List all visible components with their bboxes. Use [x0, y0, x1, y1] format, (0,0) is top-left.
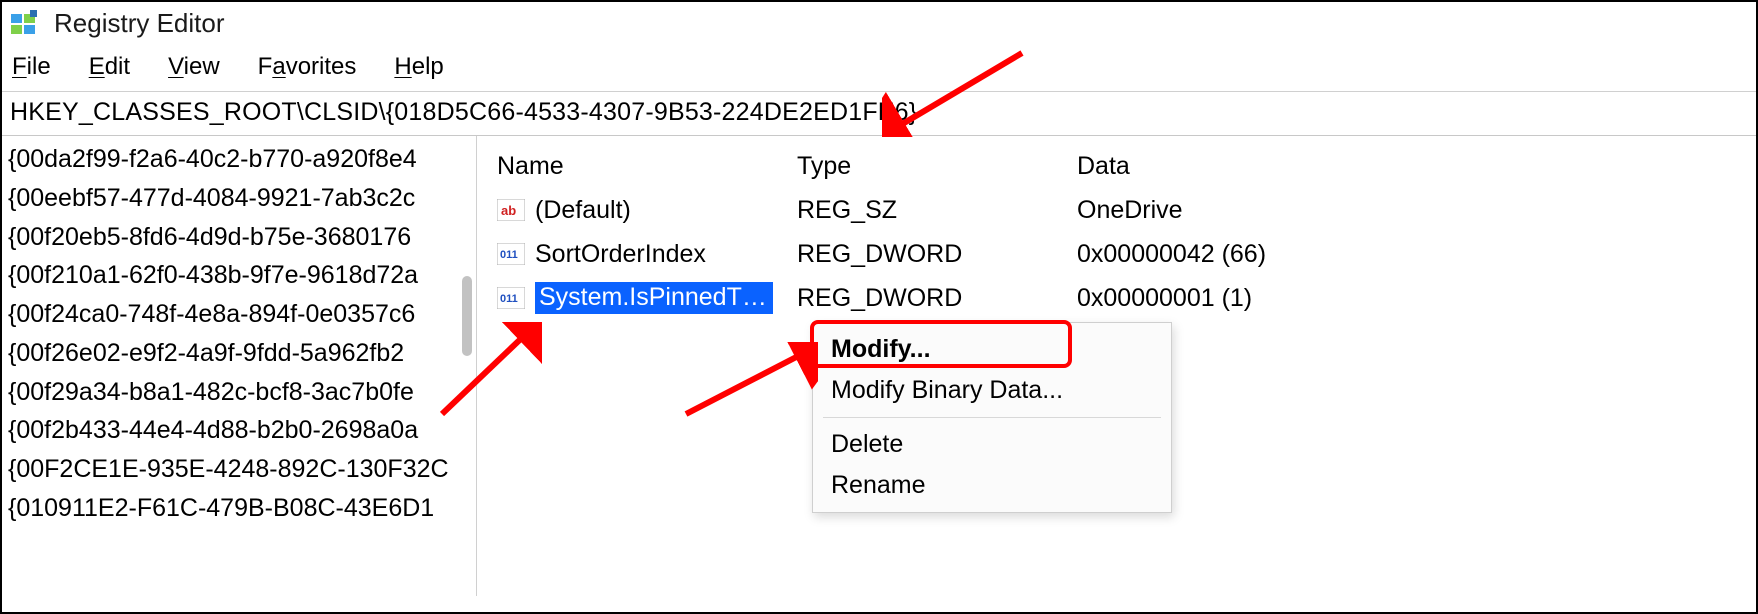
value-type: REG_DWORD — [797, 284, 1077, 313]
svg-text:ab: ab — [501, 203, 516, 218]
menu-item-modify[interactable]: Modify... — [813, 329, 1171, 370]
tree-scrollbar-thumb[interactable] — [462, 276, 472, 356]
dword-value-icon: 011 — [497, 243, 525, 265]
menu-file[interactable]: File — [12, 53, 51, 81]
tree-key[interactable]: {00eebf57-477d-4084-9921-7ab3c2c — [6, 179, 476, 218]
address-bar[interactable]: HKEY_CLASSES_ROOT\CLSID\{018D5C66-4533-4… — [2, 91, 1756, 136]
col-type[interactable]: Type — [797, 152, 1077, 181]
tree-key[interactable]: {00f20eb5-8fd6-4d9d-b75e-3680176 — [6, 218, 476, 257]
menu-edit[interactable]: Edit — [89, 53, 130, 81]
value-type: REG_DWORD — [797, 240, 1077, 269]
tree-key[interactable]: {00f24ca0-748f-4e8a-894f-0e0357c6 — [6, 295, 476, 334]
menu-help[interactable]: Help — [394, 53, 443, 81]
column-headers: Name Type Data — [477, 144, 1756, 188]
value-row-selected[interactable]: 011 System.IsPinnedT… REG_DWORD 0x000000… — [477, 276, 1756, 320]
value-data: 0x00000042 (66) — [1077, 240, 1756, 269]
key-tree[interactable]: {00da2f99-f2a6-40c2-b770-a920f8e4 {00eeb… — [2, 136, 477, 596]
titlebar: Registry Editor — [2, 2, 1756, 45]
value-row[interactable]: ab (Default) REG_SZ OneDrive — [477, 188, 1756, 232]
value-name: System.IsPinnedT… — [535, 282, 773, 314]
string-value-icon: ab — [497, 199, 525, 221]
dword-value-icon: 011 — [497, 287, 525, 309]
menu-item-modify-binary[interactable]: Modify Binary Data... — [813, 370, 1171, 411]
window-title: Registry Editor — [54, 8, 225, 39]
context-menu: Modify... Modify Binary Data... Delete R… — [812, 322, 1172, 513]
svg-text:011: 011 — [500, 249, 518, 261]
menubar: File Edit View Favorites Help — [2, 45, 1756, 91]
tree-key[interactable]: {010911E2-F61C-479B-B08C-43E6D1 — [6, 489, 476, 528]
menu-favorites[interactable]: Favorites — [258, 53, 357, 81]
menu-separator — [823, 417, 1161, 418]
value-type: REG_SZ — [797, 196, 1077, 225]
tree-key[interactable]: {00f2b433-44e4-4d88-b2b0-2698a0a — [6, 411, 476, 450]
svg-text:011: 011 — [500, 293, 518, 305]
tree-key[interactable]: {00f210a1-62f0-438b-9f7e-9618d72a — [6, 256, 476, 295]
menu-item-rename[interactable]: Rename — [813, 465, 1171, 506]
value-row[interactable]: 011 SortOrderIndex REG_DWORD 0x00000042 … — [477, 232, 1756, 276]
registry-icon — [10, 10, 38, 38]
value-name: (Default) — [535, 196, 631, 225]
menu-item-delete[interactable]: Delete — [813, 424, 1171, 465]
tree-key[interactable]: {00F2CE1E-935E-4248-892C-130F32C — [6, 450, 476, 489]
tree-key[interactable]: {00f26e02-e9f2-4a9f-9fdd-5a962fb2 — [6, 334, 476, 373]
tree-key[interactable]: {00f29a34-b8a1-482c-bcf8-3ac7b0fe — [6, 373, 476, 412]
value-name: SortOrderIndex — [535, 240, 706, 269]
value-data: OneDrive — [1077, 196, 1756, 225]
tree-key[interactable]: {00da2f99-f2a6-40c2-b770-a920f8e4 — [6, 140, 476, 179]
col-data[interactable]: Data — [1077, 152, 1756, 181]
value-data: 0x00000001 (1) — [1077, 284, 1756, 313]
menu-view[interactable]: View — [168, 53, 220, 81]
col-name[interactable]: Name — [497, 152, 797, 181]
